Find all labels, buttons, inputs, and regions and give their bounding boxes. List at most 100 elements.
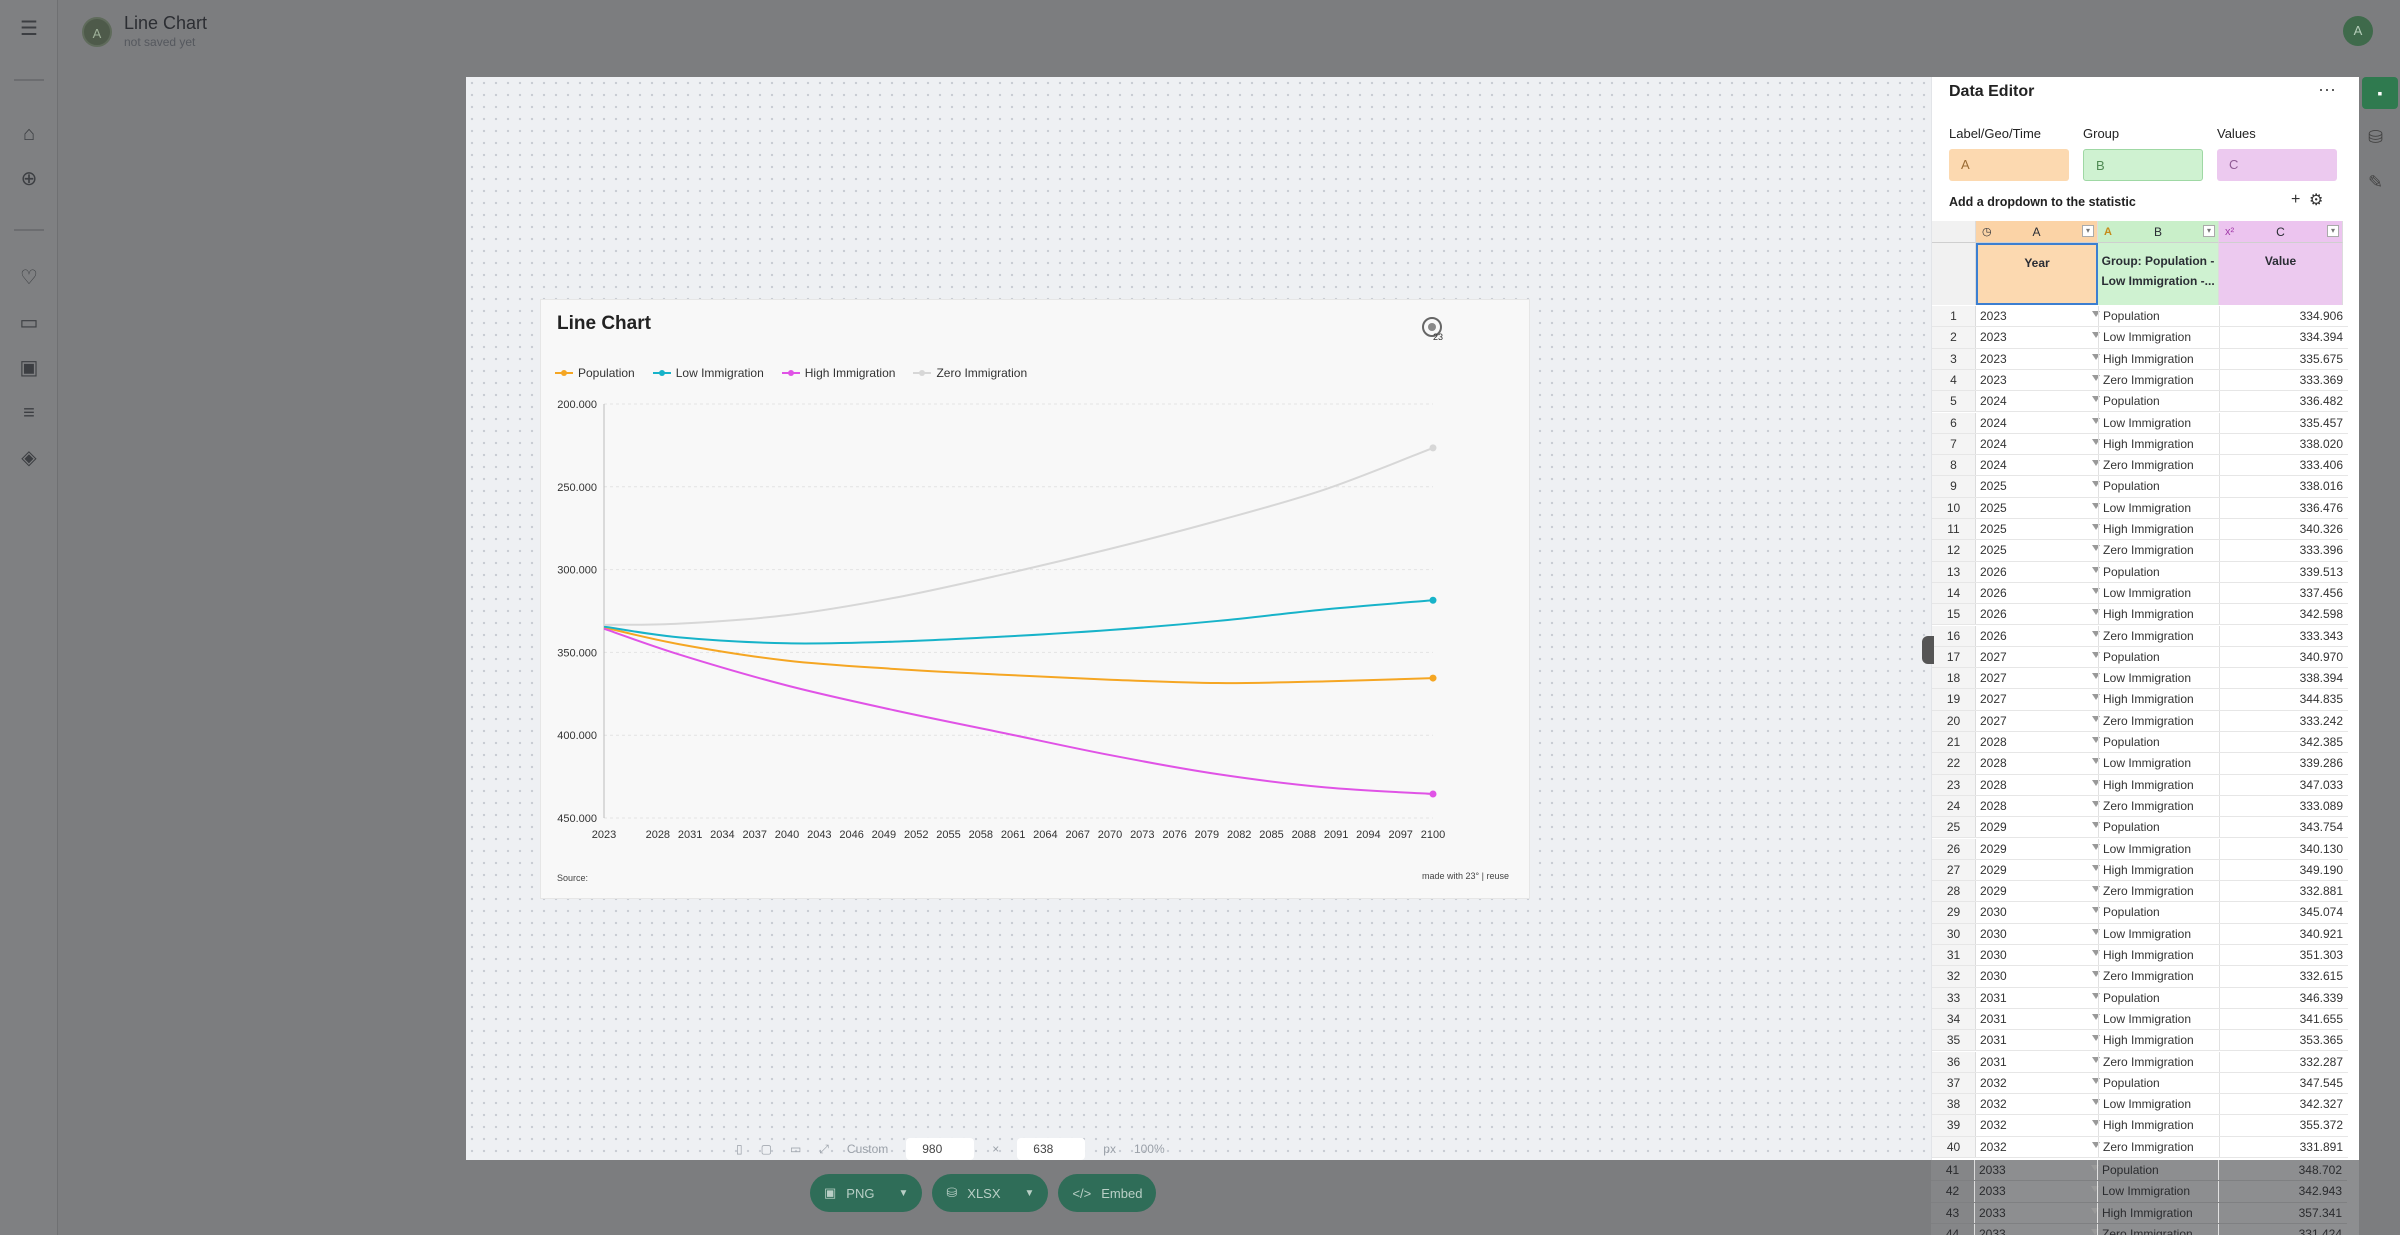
table-row[interactable]: 29 2030 Population 345.074 [1932,902,2348,924]
year-cell[interactable]: 2027 [1980,711,2007,732]
group-cell[interactable]: Zero Immigration [2103,455,2194,476]
chevron-down-icon[interactable]: ▼ [1025,1188,1035,1199]
value-cell[interactable]: 355.372 [2232,1115,2343,1136]
table-row[interactable]: 18 2027 Low Immigration 338.394 [1932,668,2348,690]
group-cell[interactable]: Low Immigration [2102,1181,2190,1202]
value-cell[interactable]: 338.016 [2232,476,2343,497]
png-export-button[interactable]: ▣ PNG ▼ [810,1174,923,1212]
group-cell[interactable]: Population [2103,476,2160,497]
value-header-cell[interactable]: Value [2219,243,2343,305]
year-cell[interactable]: 2027 [1980,668,2007,689]
project-title[interactable]: Line Chart [124,13,207,34]
group-cell[interactable]: Zero Immigration [2103,540,2194,561]
year-cell[interactable]: 2031 [1980,988,2007,1009]
value-cell[interactable]: 334.906 [2232,306,2343,327]
group-cell[interactable]: Population [2103,306,2160,327]
year-cell[interactable]: 2028 [1980,753,2007,774]
group-cell[interactable]: High Immigration [2103,434,2194,455]
year-cell[interactable]: 2025 [1980,498,2007,519]
group-cell[interactable]: Low Immigration [2103,327,2191,348]
value-cell[interactable]: 332.287 [2232,1052,2343,1073]
filter-icon[interactable]: ▾ [2203,225,2215,237]
fit-icon[interactable]: ⤢ [819,1142,829,1160]
embed-button[interactable]: </> Embed [1058,1174,1157,1212]
value-cell[interactable]: 344.835 [2232,689,2343,710]
value-cell[interactable]: 340.970 [2232,647,2343,668]
add-dropdown-button[interactable]: + [2291,191,2300,209]
value-cell[interactable]: 340.921 [2232,924,2343,945]
value-cell[interactable]: 333.242 [2232,711,2343,732]
column-c-header[interactable]: x² C ▾ [2219,221,2343,243]
year-cell[interactable]: 2028 [1980,796,2007,817]
year-cell[interactable]: 2031 [1980,1052,2007,1073]
value-cell[interactable]: 339.513 [2232,562,2343,583]
tablet-size-icon[interactable]: ▢ [761,1142,772,1160]
table-row[interactable]: 31 2030 High Immigration 351.303 [1932,945,2348,967]
year-cell[interactable]: 2026 [1980,562,2007,583]
table-row[interactable]: 38 2032 Low Immigration 342.327 [1932,1094,2348,1116]
group-cell[interactable]: Population [2103,562,2160,583]
table-row[interactable]: 27 2029 High Immigration 349.190 [1932,859,2348,882]
database-icon[interactable]: ⛁ [2368,127,2383,148]
filter-icon[interactable]: ▾ [2082,225,2094,237]
table-row[interactable]: 44 2033 Zero Immigration 331.424 [1931,1223,2347,1235]
group-column-select[interactable]: B [2083,149,2203,181]
project-avatar[interactable]: A [82,17,112,47]
value-cell[interactable]: 343.754 [2232,817,2343,838]
group-cell[interactable]: Population [2103,647,2160,668]
year-cell[interactable]: 2033 [1979,1203,2006,1224]
table-row[interactable]: 41 2033 Population 348.702 [1931,1160,2347,1182]
group-cell[interactable]: Zero Immigration [2102,1224,2193,1235]
select-all-cell[interactable] [1932,221,1976,243]
table-row[interactable]: 33 2031 Population 346.339 [1932,987,2348,1009]
legend-item[interactable]: High Immigration [781,366,895,380]
group-cell[interactable]: Population [2102,1160,2159,1181]
legend-item[interactable]: Population [555,366,635,380]
table-row[interactable]: 17 2027 Population 340.970 [1932,646,2348,669]
year-cell[interactable]: 2024 [1980,455,2007,476]
value-cell[interactable]: 342.943 [2231,1181,2342,1202]
table-row[interactable]: 3 2023 High Immigration 335.675 [1932,348,2348,370]
value-cell[interactable]: 346.339 [2232,988,2343,1009]
value-cell[interactable]: 333.396 [2232,540,2343,561]
table-row[interactable]: 11 2025 High Immigration 340.326 [1932,519,2348,541]
value-cell[interactable]: 348.702 [2231,1160,2342,1181]
year-cell[interactable]: 2027 [1980,647,2007,668]
height-input[interactable]: 638 [1017,1138,1086,1160]
value-cell[interactable]: 332.881 [2232,881,2343,902]
year-cell[interactable]: 2026 [1980,583,2007,604]
year-cell[interactable]: 2029 [1980,817,2007,838]
group-cell[interactable]: Low Immigration [2103,583,2191,604]
value-cell[interactable]: 342.327 [2232,1094,2343,1115]
table-row[interactable]: 1 2023 Population 334.906 [1932,306,2348,328]
made-with-credit[interactable]: made with 23° | reuse [1422,871,1509,881]
table-row[interactable]: 24 2028 Zero Immigration 333.089 [1932,795,2348,818]
group-cell[interactable]: Zero Immigration [2103,711,2194,732]
size-mode[interactable]: Custom [847,1142,888,1160]
group-cell[interactable]: High Immigration [2103,1030,2194,1051]
year-cell[interactable]: 2032 [1980,1115,2007,1136]
year-cell[interactable]: 2032 [1980,1073,2007,1094]
table-row[interactable]: 32 2030 Zero Immigration 332.615 [1932,966,2348,988]
year-header-cell[interactable]: Year [1976,243,2098,305]
column-a-header[interactable]: ◷ A ▾ [1976,221,2098,243]
group-cell[interactable]: High Immigration [2102,1203,2193,1224]
group-cell[interactable]: Zero Immigration [2103,1052,2194,1073]
year-cell[interactable]: 2023 [1980,306,2007,327]
group-cell[interactable]: Zero Immigration [2103,370,2194,391]
width-input[interactable]: 980 [906,1138,975,1160]
year-cell[interactable]: 2023 [1980,370,2007,391]
group-cell[interactable]: Population [2103,988,2160,1009]
group-cell[interactable]: High Immigration [2103,689,2194,710]
table-row[interactable]: 4 2023 Zero Immigration 333.369 [1932,369,2348,392]
table-row[interactable]: 16 2026 Zero Immigration 333.343 [1932,625,2348,647]
more-options-icon[interactable]: ··· [2318,79,2336,100]
value-cell[interactable]: 342.385 [2232,732,2343,753]
year-cell[interactable]: 2030 [1980,945,2007,966]
sliders-icon[interactable]: ≡ [17,401,41,425]
value-cell[interactable]: 336.482 [2232,391,2343,412]
value-cell[interactable]: 339.286 [2232,753,2343,774]
value-cell[interactable]: 334.394 [2232,327,2343,348]
group-cell[interactable]: Population [2103,817,2160,838]
year-cell[interactable]: 2023 [1980,327,2007,348]
